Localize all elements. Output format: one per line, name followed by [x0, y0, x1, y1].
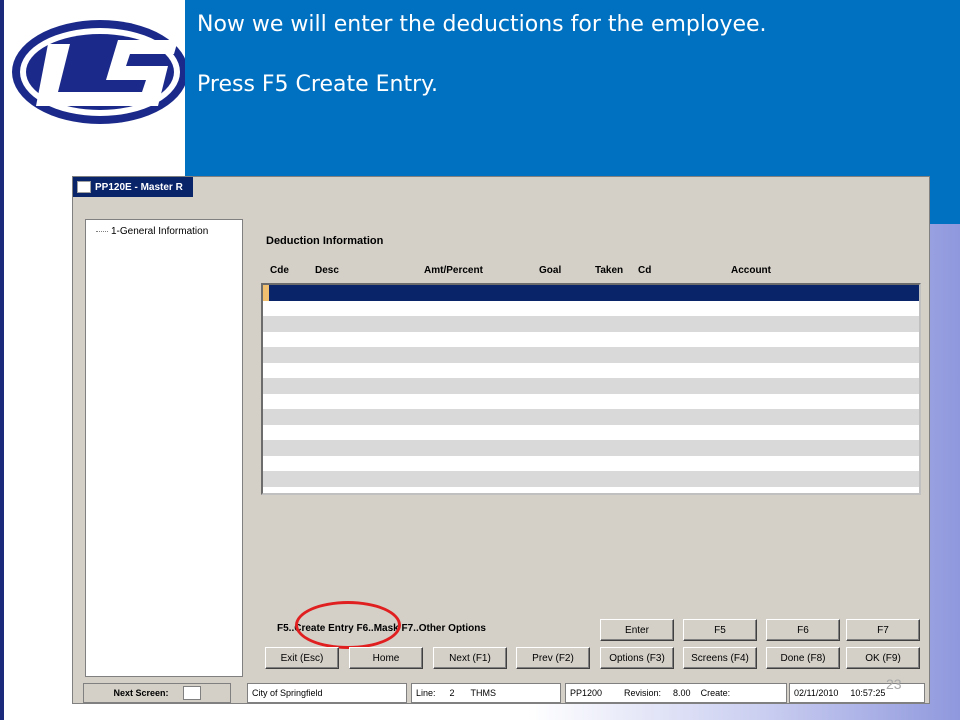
table-row[interactable] — [263, 394, 919, 410]
instruction-line-1: Now we will enter the deductions for the… — [197, 12, 767, 37]
column-header-account: Account — [731, 265, 771, 276]
window-icon — [77, 181, 91, 193]
home-button[interactable]: Home — [349, 647, 423, 669]
next-screen-field: Next Screen: — [83, 683, 231, 703]
f7-button[interactable]: F7 — [846, 619, 920, 641]
table-row[interactable] — [263, 425, 919, 441]
status-revision-value: 8.00 — [673, 688, 691, 698]
status-line-value: 2 — [449, 688, 455, 698]
column-header-amt-percent: Amt/Percent — [424, 265, 483, 276]
tree-item-label: 1-General Information — [111, 226, 209, 237]
f5-button[interactable]: F5 — [683, 619, 757, 641]
status-org: City of Springfield — [247, 683, 407, 703]
tree-item-general-information[interactable]: 1-General Information — [96, 226, 208, 237]
status-user: THMS — [470, 688, 497, 698]
navigation-tree: 1-General Information — [85, 219, 243, 677]
tree-connector-icon — [96, 231, 108, 232]
enter-button[interactable]: Enter — [600, 619, 674, 641]
company-logo — [12, 20, 188, 124]
status-program: PP1200 — [570, 688, 603, 698]
f6-button[interactable]: F6 — [766, 619, 840, 641]
exit-button[interactable]: Exit (Esc) — [265, 647, 339, 669]
status-line-cell: Line: 2 THMS — [411, 683, 561, 703]
deduction-panel: Deduction Information Cde Desc Amt/Perce… — [256, 225, 924, 505]
row-marker — [263, 285, 269, 301]
table-row[interactable] — [263, 316, 919, 332]
table-row[interactable] — [263, 440, 919, 456]
status-bar: Next Screen: City of Springfield Line: 2… — [83, 683, 925, 703]
ok-button[interactable]: OK (F9) — [846, 647, 920, 669]
table-row-selected[interactable] — [263, 285, 919, 301]
status-revision-label: Revision: — [624, 688, 662, 698]
prev-button[interactable]: Prev (F2) — [516, 647, 590, 669]
master-window: PP120E - Master R 1-General Information … — [72, 176, 930, 704]
slide-page-number: 23 — [886, 676, 902, 692]
table-row[interactable] — [263, 363, 919, 379]
table-row[interactable] — [263, 332, 919, 348]
column-header-cde: Cde — [270, 265, 289, 276]
instruction-line-2: Press F5 Create Entry. — [197, 72, 439, 97]
window-title: PP120E - Master R — [95, 181, 183, 193]
highlight-circle — [295, 601, 401, 649]
status-create-label: Create: — [700, 688, 731, 698]
table-row[interactable] — [263, 347, 919, 363]
column-header-cd: Cd — [638, 265, 652, 276]
status-time: 10:57:25 — [850, 688, 886, 698]
status-program-cell: PP1200 Revision: 8.00 Create: — [565, 683, 787, 703]
status-line-label: Line: — [416, 688, 436, 698]
column-header-goal: Goal — [539, 265, 562, 276]
next-button[interactable]: Next (F1) — [433, 647, 507, 669]
table-row[interactable] — [263, 471, 919, 487]
column-header-taken: Taken — [595, 265, 624, 276]
status-date: 02/11/2010 — [794, 688, 839, 698]
next-screen-input[interactable] — [182, 686, 201, 700]
status-datetime-cell: 02/11/2010 10:57:25 — [789, 683, 925, 703]
table-row[interactable] — [263, 378, 919, 394]
section-title: Deduction Information — [266, 235, 384, 247]
column-header-desc: Desc — [315, 265, 339, 276]
done-button[interactable]: Done (F8) — [766, 647, 840, 669]
window-titlebar[interactable]: PP120E - Master R — [73, 177, 193, 197]
deduction-grid[interactable] — [261, 283, 921, 495]
table-row[interactable] — [263, 301, 919, 317]
table-row[interactable] — [263, 409, 919, 425]
table-row[interactable] — [263, 456, 919, 472]
slide-left-border — [0, 0, 4, 720]
next-screen-label: Next Screen: — [113, 688, 169, 698]
screens-button[interactable]: Screens (F4) — [683, 647, 757, 669]
options-button[interactable]: Options (F3) — [600, 647, 674, 669]
